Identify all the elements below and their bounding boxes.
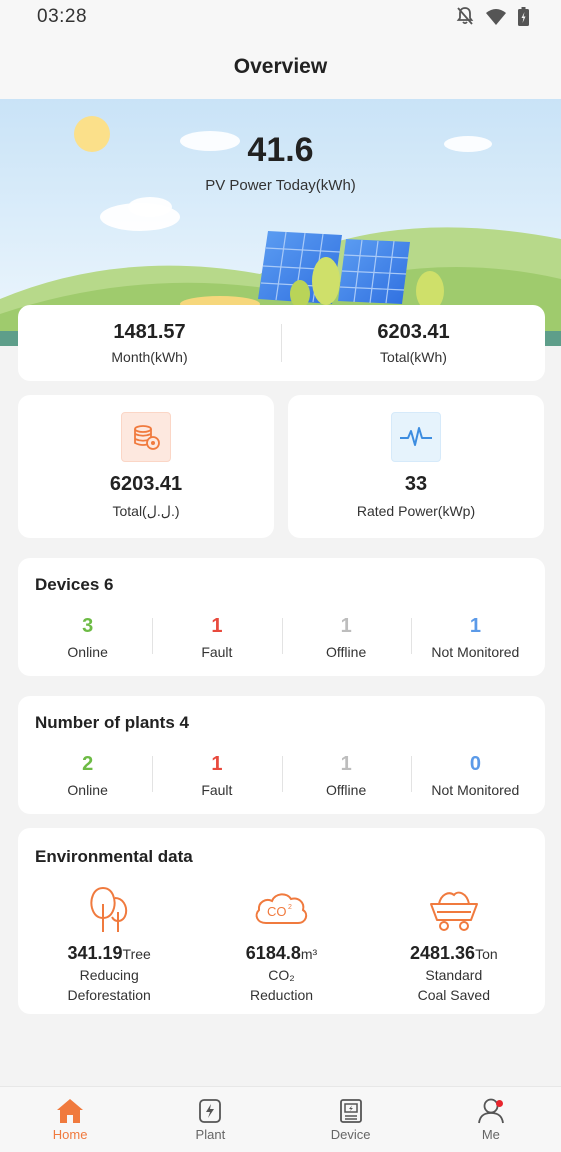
env-trees: 341.19Tree Reducing Deforestation [23, 880, 195, 1004]
rated-power-value: 33 [404, 473, 428, 495]
plants-fault[interactable]: 1 Fault [152, 753, 281, 798]
plants-card[interactable]: Number of plants 4 2 Online 1 Fault 1 Of… [18, 696, 545, 814]
devices-title: Devices 6 [35, 575, 114, 594]
devices-fault[interactable]: 1 Fault [152, 615, 281, 660]
tab-home-label: Home [52, 1127, 88, 1142]
tab-me[interactable]: Me [421, 1087, 561, 1152]
bottom-tab-bar: Home Plant Device Me [0, 1086, 561, 1152]
devices-offline-label: Offline [326, 644, 367, 660]
env-trees-unit: Tree [122, 946, 151, 962]
total-income-label: Total(ل.ل.) [112, 503, 180, 519]
environmental-data-title: Environmental data [35, 847, 193, 866]
plants-online[interactable]: 2 Online [23, 753, 152, 798]
solar-panel-right [338, 239, 410, 304]
header: Overview [0, 34, 561, 99]
tree-icon [23, 880, 195, 938]
device-icon [339, 1099, 362, 1123]
wifi-icon [486, 8, 506, 25]
env-coal-label-1: Standard [425, 967, 483, 983]
env-co2-value: 6184.8m³ [195, 943, 367, 964]
devices-offline[interactable]: 1 Offline [281, 615, 411, 660]
plants-offline-count: 1 [340, 753, 352, 775]
svg-text:2: 2 [288, 904, 292, 911]
env-co2-number: 6184.8 [245, 943, 301, 963]
env-coal-unit: Ton [475, 946, 498, 962]
plants-offline-label: Offline [326, 782, 367, 798]
rated-power-card[interactable]: 33 Rated Power(kWp) [288, 395, 544, 538]
env-trees-value: 341.19Tree [23, 943, 195, 964]
status-time: 03:28 [37, 6, 88, 27]
env-co2-label-2: Reduction [249, 987, 314, 1003]
devices-online-count: 3 [82, 615, 94, 637]
devices-fault-label: Fault [201, 644, 233, 660]
total-energy-value: 6203.41 [377, 321, 450, 343]
pulse-icon [391, 412, 441, 462]
devices-card[interactable]: Devices 6 3 Online 1 Fault 1 Offline 1 N… [18, 558, 545, 676]
devices-status-row: 3 Online 1 Fault 1 Offline 1 Not Monitor… [23, 615, 540, 660]
devices-offline-count: 1 [340, 615, 352, 637]
plants-online-count: 2 [82, 753, 94, 775]
env-trees-label-2: Deforestation [67, 987, 151, 1003]
tab-home[interactable]: Home [0, 1087, 140, 1152]
plants-fault-label: Fault [201, 782, 233, 798]
total-income-card[interactable]: 6203.41 Total(ل.ل.) [18, 395, 274, 538]
env-coal-number: 2481.36 [409, 943, 476, 963]
month-energy-label: Month(kWh) [111, 349, 188, 365]
tab-device[interactable]: Device [281, 1087, 421, 1152]
plants-online-label: Online [67, 782, 108, 798]
status-bar: 03:28 [0, 0, 561, 34]
tab-plant[interactable]: Plant [140, 1087, 280, 1152]
coal-cart-icon [368, 880, 540, 938]
plants-offline[interactable]: 1 Offline [281, 753, 411, 798]
env-coal-label-2: Coal Saved [417, 987, 491, 1003]
tab-plant-label: Plant [195, 1127, 226, 1142]
total-energy: 6203.41 Total(kWh) [282, 321, 545, 365]
battery-icon [518, 6, 529, 26]
co2-cloud-icon: CO 2 [195, 880, 367, 938]
notification-dot [495, 1100, 503, 1107]
environmental-data-card: Environmental data 341.19Tree Reducing D… [18, 828, 545, 1014]
env-coal: 2481.36Ton Standard Coal Saved [368, 880, 540, 1004]
bell-off-icon [456, 6, 474, 26]
devices-not-monitored-count: 1 [469, 615, 481, 637]
coins-icon [121, 412, 171, 462]
month-energy-value: 1481.57 [113, 321, 186, 343]
total-energy-label: Total(kWh) [380, 349, 447, 365]
environmental-data-row: 341.19Tree Reducing Deforestation CO 2 6… [23, 880, 540, 1004]
energy-summary-card: 1481.57 Month(kWh) 6203.41 Total(kWh) [18, 305, 545, 381]
tab-device-label: Device [330, 1127, 371, 1142]
rated-power-label: Rated Power(kWp) [356, 503, 476, 519]
plants-not-monitored[interactable]: 0 Not Monitored [410, 753, 540, 798]
env-trees-label-1: Reducing [79, 967, 139, 983]
env-co2-unit: m³ [300, 946, 318, 962]
status-icons [456, 6, 529, 26]
plants-not-monitored-label: Not Monitored [431, 782, 520, 798]
devices-not-monitored[interactable]: 1 Not Monitored [410, 615, 540, 660]
plants-title: Number of plants 4 [35, 713, 189, 732]
month-energy: 1481.57 Month(kWh) [18, 321, 281, 365]
env-co2-label-1: CO₂ [268, 967, 295, 983]
devices-not-monitored-label: Not Monitored [431, 644, 520, 660]
env-trees-number: 341.19 [67, 943, 123, 963]
pv-power-today-label: PV Power Today(kWh) [205, 177, 356, 194]
env-co2: CO 2 6184.8m³ CO₂ Reduction [195, 880, 367, 1004]
env-coal-value: 2481.36Ton [368, 943, 540, 964]
plants-fault-count: 1 [211, 753, 223, 775]
devices-fault-count: 1 [211, 615, 223, 637]
devices-online[interactable]: 3 Online [23, 615, 152, 660]
devices-online-label: Online [67, 644, 108, 660]
svg-text:CO: CO [267, 904, 287, 919]
total-income-value: 6203.41 [109, 473, 183, 495]
page-title: Overview [233, 54, 328, 78]
tab-me-label: Me [481, 1127, 500, 1142]
pv-power-today-value: 41.6 [247, 131, 314, 169]
plants-not-monitored-count: 0 [469, 753, 481, 775]
home-icon [57, 1099, 84, 1123]
plants-status-row: 2 Online 1 Fault 1 Offline 0 Not Monitor… [23, 753, 540, 798]
plant-icon [199, 1099, 222, 1123]
